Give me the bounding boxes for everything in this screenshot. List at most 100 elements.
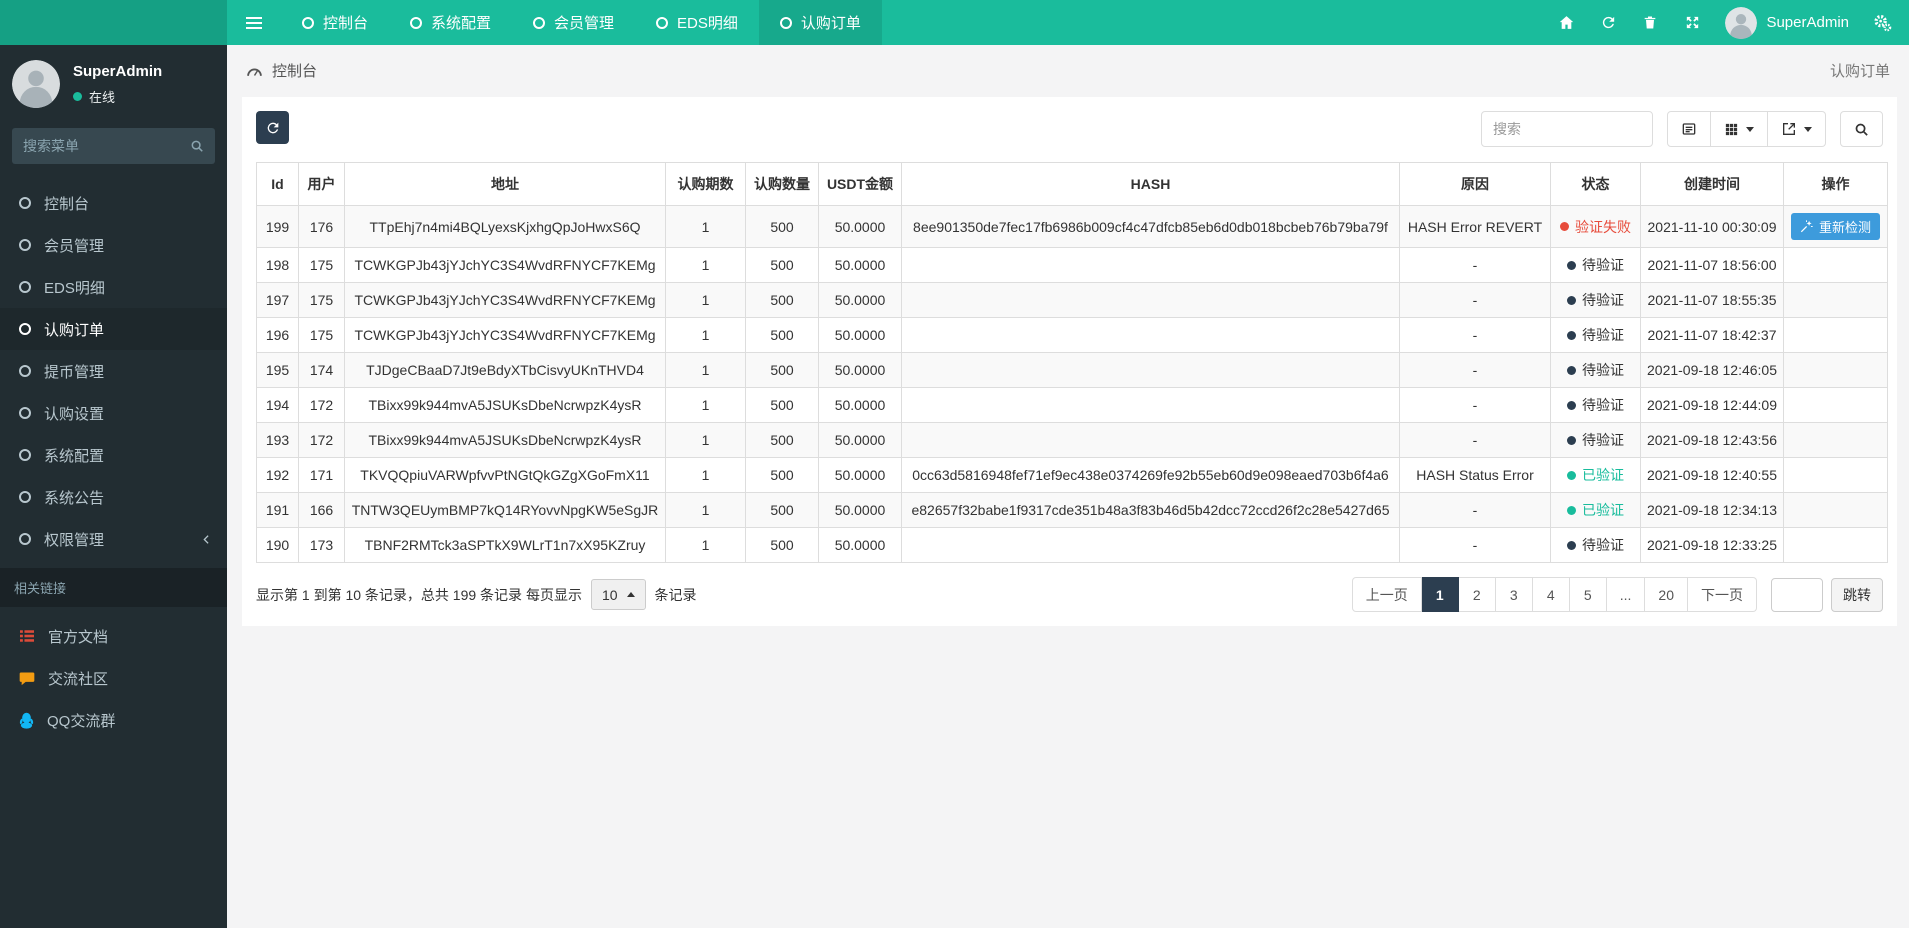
search-icon[interactable] <box>190 139 204 153</box>
jump-box: 跳转 <box>1771 577 1883 612</box>
online-status[interactable]: 在线 <box>73 87 162 106</box>
sidebar-link-1[interactable]: 官方文档 <box>0 615 227 657</box>
table-body: 199 176 TTpEhj7n4mi4BQLyexsKjxhgQpJoHwxS6Q… <box>256 205 1888 563</box>
nav-tab-2[interactable]: 系统配置 <box>389 0 512 45</box>
sidebar-item-1[interactable]: 控制台 <box>0 182 227 224</box>
sidebar-item-6[interactable]: 认购设置 <box>0 392 227 434</box>
circle-icon <box>19 197 31 209</box>
sidebar-item-7[interactable]: 系统配置 <box>0 434 227 476</box>
table-header-row: Id 用户 地址 认购期数 认购数量 USDT金额 HASH 原因 状态 创建时间 操作 <box>256 162 1888 206</box>
cell-reason: - <box>1399 247 1551 283</box>
sidebar-section-label: 相关链接 <box>0 568 227 607</box>
columns-button[interactable] <box>1711 111 1768 147</box>
page-button-1[interactable]: 1 <box>1421 577 1459 612</box>
status-label: 待验证 <box>1582 257 1624 273</box>
page-button-2[interactable]: 2 <box>1458 577 1496 612</box>
jump-page-input[interactable] <box>1771 577 1823 612</box>
page-button-4[interactable]: 4 <box>1532 577 1570 612</box>
page-size-select[interactable]: 10 <box>590 579 646 610</box>
column-header-6: USDT金额 <box>818 162 902 206</box>
page-button-3[interactable]: 3 <box>1495 577 1533 612</box>
status-label: 已验证 <box>1582 502 1624 518</box>
breadcrumb-home[interactable]: 控制台 <box>246 60 317 81</box>
sidebar-item-3[interactable]: EDS明细 <box>0 266 227 308</box>
cell-quantity: 500 <box>745 352 819 388</box>
cell-status: 待验证 <box>1550 317 1641 353</box>
clear-cache-button[interactable] <box>1629 0 1671 45</box>
cell-id: 197 <box>256 282 299 318</box>
sidebar-item-8[interactable]: 系统公告 <box>0 476 227 518</box>
sidebar-toggle-button[interactable] <box>227 0 281 45</box>
avatar <box>1725 6 1758 39</box>
status-dot-icon <box>1567 470 1576 480</box>
circle-icon <box>779 16 792 29</box>
table-search-input[interactable] <box>1481 111 1653 147</box>
column-header-9: 状态 <box>1550 162 1641 206</box>
table-toolbar-right <box>1481 111 1883 147</box>
sidebar-item-label: EDS明细 <box>44 279 105 297</box>
cell-created: 2021-09-18 12:34:13 <box>1640 492 1784 528</box>
cell-action <box>1783 527 1888 563</box>
table-refresh-button[interactable] <box>256 111 289 144</box>
cell-usdt: 50.0000 <box>818 492 902 528</box>
nav-tab-3[interactable]: 会员管理 <box>512 0 635 45</box>
sidebar-item-9[interactable]: 权限管理 <box>0 518 227 560</box>
sidebar-link-2[interactable]: 交流社区 <box>0 657 227 699</box>
cell-reason: - <box>1399 492 1551 528</box>
table-row: 195 174 TJDgeCBaaD7Jt9eBdyXTbCisvyUKnTHVD4… <box>256 352 1888 388</box>
nav-tab-1[interactable]: 控制台 <box>281 0 389 45</box>
main-content: 控制台 认购订单 搜索 Id 用户 地址 认购期数 认购数量 USDT金额 HA… <box>227 0 1909 626</box>
page-button-5[interactable]: 5 <box>1569 577 1607 612</box>
toggle-pagination-button[interactable] <box>1667 111 1711 147</box>
cell-action <box>1783 317 1888 353</box>
cell-created: 2021-11-07 18:56:00 <box>1640 247 1784 283</box>
page-button-...[interactable]: ... <box>1606 577 1646 612</box>
cell-id: 199 <box>256 205 299 248</box>
cell-period: 1 <box>665 422 746 458</box>
page-list: 上一页 1 2 3 4 5... 20 下一页 <box>1351 577 1757 612</box>
sidebar-item-5[interactable]: 提币管理 <box>0 350 227 392</box>
nav-tab-5[interactable]: 认购订单 <box>758 0 882 45</box>
recheck-button[interactable]: 重新检测 <box>1790 213 1880 240</box>
user-menu[interactable]: SuperAdmin <box>1713 6 1861 39</box>
cell-hash <box>901 317 1400 353</box>
orders-table: Id 用户 地址 认购期数 认购数量 USDT金额 HASH 原因 状态 创建时间 操作 199 17… <box>256 162 1888 563</box>
cell-usdt: 50.0000 <box>818 457 902 493</box>
status-dot-icon <box>1567 400 1576 410</box>
sidebar-item-label: 会员管理 <box>44 237 105 255</box>
cell-user: 175 <box>298 282 345 318</box>
status-dot-icon <box>1567 260 1576 270</box>
search-submit-button[interactable] <box>1840 111 1883 147</box>
online-dot-icon <box>73 91 82 101</box>
status-dot-icon <box>1567 365 1576 375</box>
cell-quantity: 500 <box>745 457 819 493</box>
sidebar-link-3[interactable]: QQ交流群 <box>0 699 227 741</box>
nav-tab-4[interactable]: EDS明细 <box>635 0 759 45</box>
orders-card: Id用户地址认购期数认购数量USDT金额HASH原因状态创建时间操作 199 17… <box>242 97 1897 626</box>
export-button[interactable] <box>1768 111 1826 147</box>
status-dot-icon <box>1567 505 1576 515</box>
page-button-20[interactable]: 20 <box>1645 577 1688 612</box>
table-row: 192 171 TKVQQpiuVARWpfvvPtNGtQkGZgXGoFmX11… <box>256 457 1888 493</box>
sidebar-item-4[interactable]: 认购订单 <box>0 308 227 350</box>
fullscreen-button[interactable] <box>1671 0 1713 45</box>
page-button-上一页[interactable]: 上一页 <box>1351 577 1422 612</box>
cell-status: 待验证 <box>1550 422 1641 458</box>
home-button[interactable] <box>1545 0 1587 45</box>
cell-reason: HASH Error REVERT <box>1399 205 1551 248</box>
nav-tab-label: 会员管理 <box>554 15 615 32</box>
cell-user: 172 <box>298 387 345 423</box>
circle-icon <box>19 491 31 503</box>
cell-status: 待验证 <box>1550 247 1641 283</box>
nav-tab-label: 认购订单 <box>800 15 861 32</box>
jump-button[interactable]: 跳转 <box>1831 577 1883 612</box>
refresh-button[interactable] <box>1587 0 1629 45</box>
cell-created: 2021-09-18 12:43:56 <box>1640 422 1784 458</box>
settings-button[interactable] <box>1861 0 1903 45</box>
menu-search-input[interactable] <box>23 138 190 154</box>
sidebar-item-2[interactable]: 会员管理 <box>0 224 227 266</box>
page-button-下一页[interactable]: 下一页 <box>1688 577 1757 612</box>
circle-icon <box>19 365 31 377</box>
magic-wand-icon <box>1800 220 1813 233</box>
refresh-icon <box>1602 16 1615 29</box>
